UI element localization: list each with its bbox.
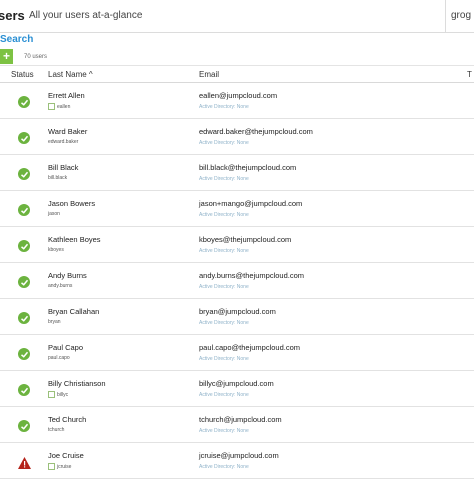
user-icon [48,103,55,110]
warning-triangle-icon [18,456,31,469]
user-full-name[interactable]: Errett Allen [48,91,85,100]
user-full-name[interactable]: Joe Cruise [48,451,84,460]
user-email: eallen@jumpcloud.com [199,91,278,100]
user-username: andy.burns [48,283,72,289]
header-divider [445,0,446,32]
username-text: billyc [57,391,69,398]
active-directory-status: Active Directory: None [199,248,249,254]
table-row[interactable]: Ted Church tchurch tchurch@jumpcloud.com Ac… [0,407,474,443]
user-username: eallen [48,103,70,110]
username-text: jason [48,211,60,217]
user-email: kboyes@thejumpcloud.com [199,235,292,244]
user-icon [48,463,55,470]
check-circle-icon [18,420,30,432]
username-text: kboyes [48,247,64,253]
table-row[interactable]: Billy Christianson billyc billyc@jumpcloud… [0,371,474,407]
user-username: jason [48,211,60,217]
check-circle-icon [18,348,30,360]
user-full-name[interactable]: Kathleen Boyes [48,235,101,244]
user-email: tchurch@jumpcloud.com [199,415,282,424]
header-right-tab[interactable]: grog [451,10,471,21]
page-title: sers [0,8,25,23]
username-text: bryan [48,319,61,325]
user-email: jason+mango@jumpcloud.com [199,199,303,208]
user-email: edward.baker@thejumpcloud.com [199,127,313,136]
user-icon [48,391,55,398]
table-row[interactable]: Andy Burns andy.burns andy.burns@thejumpcl… [0,263,474,299]
user-full-name[interactable]: Bill Black [48,163,78,172]
user-username: billyc [48,391,68,398]
user-username: tchurch [48,427,64,433]
page-subtitle: All your users at-a-glance [29,10,143,21]
active-directory-status: Active Directory: None [199,428,249,434]
user-full-name[interactable]: Bryan Callahan [48,307,99,316]
user-email: paul.capo@thejumpcloud.com [199,343,301,352]
page-header: sers All your users at-a-glance grog [0,0,474,33]
table-row[interactable]: Jason Bowers jason jason+mango@jumpcloud.c… [0,191,474,227]
user-username: jcruise [48,463,71,470]
username-text: paul.capo [48,355,70,361]
username-text: bill.black [48,175,68,181]
user-username: edward.baker [48,139,78,145]
user-email: andy.burns@thejumpcloud.com [199,271,305,280]
check-circle-icon [18,204,30,216]
active-directory-status: Active Directory: None [199,356,249,362]
table-row[interactable]: Kathleen Boyes kboyes kboyes@thejumpcloud.… [0,227,474,263]
user-email: bill.black@thejumpcloud.com [199,163,297,172]
user-count: 70 users [24,54,48,60]
add-user-button[interactable]: + [0,49,13,64]
user-full-name[interactable]: Ward Baker [48,127,87,136]
user-full-name[interactable]: Billy Christianson [48,379,106,388]
check-circle-icon [18,168,30,180]
username-text: edward.baker [48,139,79,145]
active-directory-status: Active Directory: None [199,176,249,182]
user-username: paul.capo [48,355,70,361]
table-row[interactable]: Ward Baker edward.baker edward.baker@theju… [0,119,474,155]
check-circle-icon [18,132,30,144]
username-text: eallen [57,103,71,110]
active-directory-status: Active Directory: None [199,320,249,326]
user-email: jcruise@jumpcloud.com [199,451,279,460]
user-full-name[interactable]: Andy Burns [48,271,87,280]
check-circle-icon [18,312,30,324]
username-text: jcruise [57,463,72,470]
column-header-status[interactable]: Status [11,70,34,79]
user-full-name[interactable]: Jason Bowers [48,199,95,208]
check-circle-icon [18,240,30,252]
active-directory-status: Active Directory: None [199,212,249,218]
username-text: tchurch [48,427,65,433]
user-email: billyc@jumpcloud.com [199,379,274,388]
user-username: bill.black [48,175,67,181]
table-row[interactable]: Bill Black bill.black bill.black@thejumpcl… [0,155,474,191]
active-directory-status: Active Directory: None [199,140,249,146]
table-row[interactable]: Paul Capo paul.capo paul.capo@thejumpcloud… [0,335,474,371]
column-header-extra[interactable]: T [467,70,472,79]
check-circle-icon [18,96,30,108]
active-directory-status: Active Directory: None [199,464,249,470]
active-directory-status: Active Directory: None [199,392,249,398]
table-row[interactable]: Bryan Callahan bryan bryan@jumpcloud.com Ac… [0,299,474,335]
user-full-name[interactable]: Ted Church [48,415,86,424]
user-username: kboyes [48,247,64,253]
toolbar-divider [0,65,474,66]
user-full-name[interactable]: Paul Capo [48,343,83,352]
user-email: bryan@jumpcloud.com [199,307,276,316]
column-header-email[interactable]: Email [199,70,219,79]
active-directory-status: Active Directory: None [199,104,249,110]
column-header-last-name[interactable]: Last Name ^ [48,70,93,79]
username-text: andy.burns [48,283,73,289]
active-directory-status: Active Directory: None [199,284,249,290]
table-row[interactable]: Errett Allen eallen eallen@jumpcloud.com Ac… [0,83,474,119]
check-circle-icon [18,384,30,396]
check-circle-icon [18,276,30,288]
search-link[interactable]: Search [0,34,33,45]
user-username: bryan [48,319,61,325]
